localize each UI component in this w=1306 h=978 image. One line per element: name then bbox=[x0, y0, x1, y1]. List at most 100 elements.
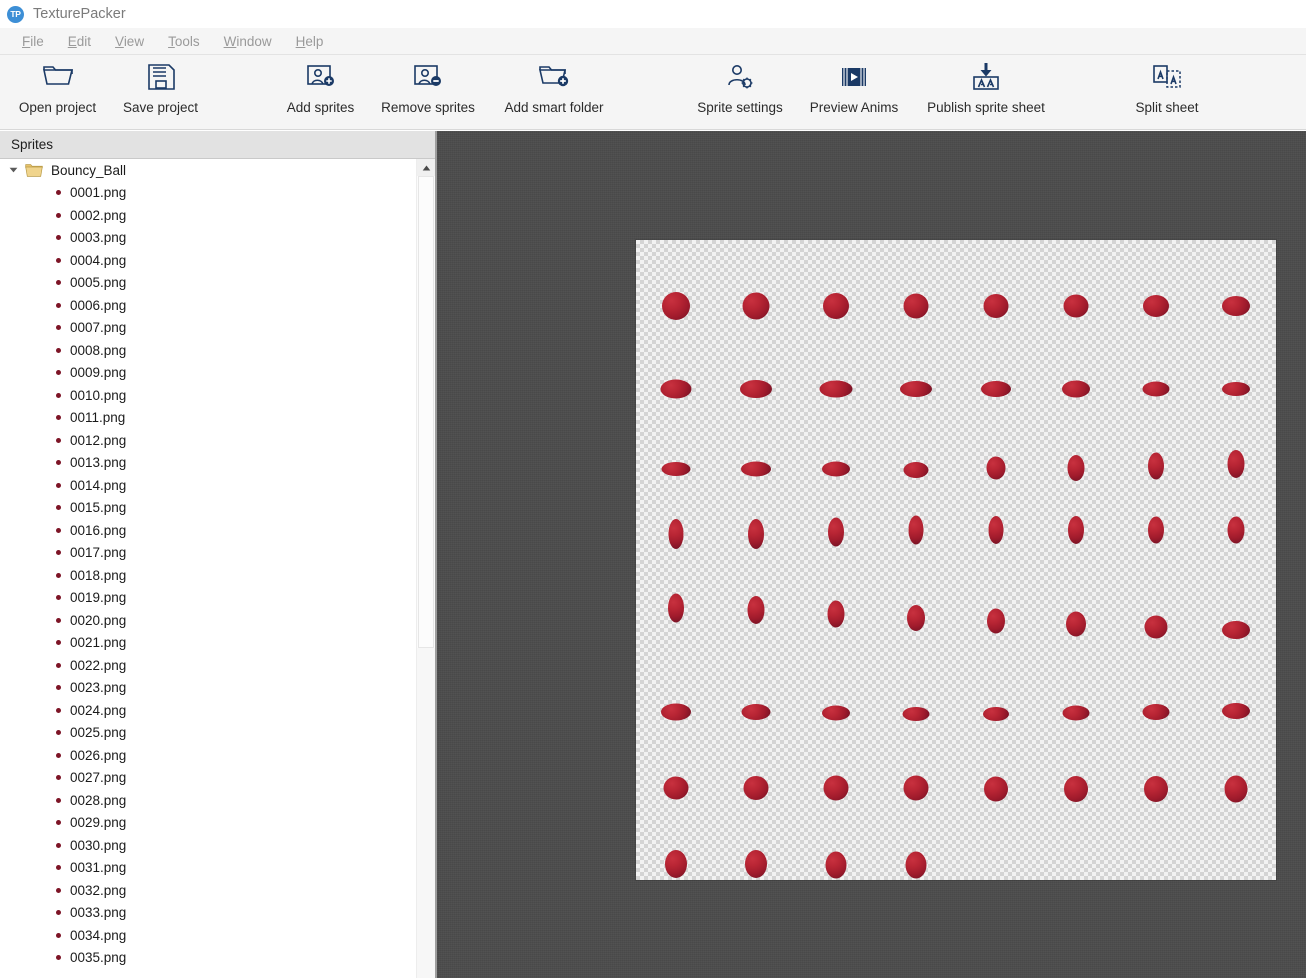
sprite-ball[interactable] bbox=[1066, 612, 1086, 637]
sprite-ball[interactable] bbox=[665, 850, 687, 878]
tree-sprite-row[interactable]: 0019.png bbox=[0, 587, 414, 610]
tree-sprite-row[interactable]: 0008.png bbox=[0, 339, 414, 362]
tree-sprite-row[interactable]: 0026.png bbox=[0, 744, 414, 767]
sprite-ball[interactable] bbox=[1143, 704, 1170, 720]
tree-sprite-row[interactable]: 0004.png bbox=[0, 249, 414, 272]
sprite-ball[interactable] bbox=[662, 462, 691, 476]
sprite-sheet-canvas[interactable] bbox=[437, 131, 1306, 978]
sprite-ball[interactable] bbox=[904, 776, 929, 801]
tree-sprite-row[interactable]: 0011.png bbox=[0, 407, 414, 430]
sprite-ball[interactable] bbox=[741, 462, 771, 477]
sprite-ball[interactable] bbox=[1148, 517, 1164, 544]
tree-sprite-row[interactable]: 0033.png bbox=[0, 902, 414, 925]
sprite-ball[interactable] bbox=[662, 292, 690, 320]
sprite-ball[interactable] bbox=[822, 706, 850, 721]
sprite-ball[interactable] bbox=[1064, 776, 1088, 802]
menu-item-help[interactable]: Help bbox=[284, 34, 336, 49]
tree-sprite-row[interactable]: 0003.png bbox=[0, 227, 414, 250]
sprite-ball[interactable] bbox=[983, 707, 1009, 721]
sprite-ball[interactable] bbox=[1064, 295, 1089, 318]
tree-sprite-row[interactable]: 0022.png bbox=[0, 654, 414, 677]
scrollbar-track[interactable] bbox=[417, 648, 435, 978]
tree-sprite-row[interactable]: 0007.png bbox=[0, 317, 414, 340]
sprite-ball[interactable] bbox=[668, 594, 684, 623]
menu-item-window[interactable]: Window bbox=[212, 34, 284, 49]
toolbar-button-publish-sprite-sheet[interactable]: Publish sprite sheet bbox=[911, 58, 1061, 126]
sprite-ball[interactable] bbox=[1063, 706, 1090, 721]
sprite-ball[interactable] bbox=[989, 516, 1004, 544]
toolbar-button-split-sheet[interactable]: Split sheet bbox=[1120, 58, 1214, 126]
sprite-ball[interactable] bbox=[822, 462, 850, 477]
tree-sprite-row[interactable]: 0025.png bbox=[0, 722, 414, 745]
sprite-ball[interactable] bbox=[1225, 776, 1248, 803]
sprite-ball[interactable] bbox=[1222, 382, 1250, 396]
sprite-ball[interactable] bbox=[744, 776, 769, 800]
tree-sprite-row[interactable]: 0029.png bbox=[0, 812, 414, 835]
sprite-ball[interactable] bbox=[1148, 453, 1164, 480]
tree-sprite-row[interactable]: 0013.png bbox=[0, 452, 414, 475]
chevron-down-icon[interactable] bbox=[6, 163, 20, 177]
sprite-ball[interactable] bbox=[664, 777, 689, 800]
sprite-ball[interactable] bbox=[1228, 517, 1245, 544]
menu-item-file[interactable]: File bbox=[10, 34, 56, 49]
sprite-ball[interactable] bbox=[1222, 296, 1250, 316]
tree-sprite-row[interactable]: 0006.png bbox=[0, 294, 414, 317]
menu-item-edit[interactable]: Edit bbox=[56, 34, 103, 49]
sprite-ball[interactable] bbox=[984, 777, 1008, 802]
sprite-ball[interactable] bbox=[987, 457, 1006, 480]
tree-sprite-row[interactable]: 0031.png bbox=[0, 857, 414, 880]
tree-sprite-row[interactable]: 0014.png bbox=[0, 474, 414, 497]
tree-sprite-row[interactable]: 0010.png bbox=[0, 384, 414, 407]
sprite-ball[interactable] bbox=[987, 609, 1005, 634]
sprite-ball[interactable] bbox=[1143, 382, 1170, 397]
sprite-ball[interactable] bbox=[1144, 776, 1168, 802]
sprite-ball[interactable] bbox=[826, 852, 847, 879]
sprite-ball[interactable] bbox=[661, 704, 691, 721]
sprite-ball[interactable] bbox=[748, 519, 764, 549]
tree-sprite-row[interactable]: 0021.png bbox=[0, 632, 414, 655]
tree-sprite-row[interactable]: 0034.png bbox=[0, 924, 414, 947]
sprite-ball[interactable] bbox=[1222, 621, 1250, 639]
toolbar-button-preview-anims[interactable]: Preview Anims bbox=[799, 58, 909, 126]
toolbar-button-add-smart-folder[interactable]: Add smart folder bbox=[491, 58, 617, 126]
toolbar-button-open-project[interactable]: Open project bbox=[10, 58, 105, 126]
sprite-tree-list[interactable]: Bouncy_Ball0001.png0002.png0003.png0004.… bbox=[0, 159, 414, 978]
tree-sprite-row[interactable]: 0027.png bbox=[0, 767, 414, 790]
tree-sprite-row[interactable]: 0002.png bbox=[0, 204, 414, 227]
sprite-ball[interactable] bbox=[903, 707, 930, 721]
tree-sprite-row[interactable]: 0018.png bbox=[0, 564, 414, 587]
tree-sprite-row[interactable]: 0017.png bbox=[0, 542, 414, 565]
menu-item-view[interactable]: View bbox=[103, 34, 156, 49]
sprite-ball[interactable] bbox=[981, 381, 1011, 397]
sprite-ball[interactable] bbox=[906, 852, 927, 879]
sprite-ball[interactable] bbox=[740, 380, 772, 398]
sprite-tree-scrollbar[interactable] bbox=[416, 159, 435, 978]
sprite-ball[interactable] bbox=[828, 518, 844, 547]
tree-sprite-row[interactable]: 0016.png bbox=[0, 519, 414, 542]
sprite-ball[interactable] bbox=[907, 605, 925, 631]
tree-sprite-row[interactable]: 0032.png bbox=[0, 879, 414, 902]
sprite-ball[interactable] bbox=[909, 516, 924, 545]
tree-sprite-row[interactable]: 0005.png bbox=[0, 272, 414, 295]
tree-sprite-row[interactable]: 0012.png bbox=[0, 429, 414, 452]
toolbar-button-sprite-settings[interactable]: Sprite settings bbox=[679, 58, 801, 126]
sprite-ball[interactable] bbox=[661, 380, 692, 399]
scroll-up-arrow-icon[interactable] bbox=[417, 159, 435, 176]
sprite-ball[interactable] bbox=[820, 381, 853, 398]
sprite-ball[interactable] bbox=[1068, 455, 1085, 481]
sprite-ball[interactable] bbox=[1222, 703, 1250, 719]
sprite-ball[interactable] bbox=[1228, 450, 1245, 478]
tree-sprite-row[interactable]: 0024.png bbox=[0, 699, 414, 722]
toolbar-button-add-sprites[interactable]: Add sprites bbox=[272, 58, 369, 126]
sprite-ball[interactable] bbox=[904, 462, 929, 478]
sprite-ball[interactable] bbox=[743, 293, 770, 320]
sprite-ball[interactable] bbox=[1068, 516, 1084, 544]
sprite-ball[interactable] bbox=[742, 704, 771, 720]
sprite-ball[interactable] bbox=[828, 601, 845, 628]
sprite-ball[interactable] bbox=[984, 294, 1009, 318]
sprite-ball[interactable] bbox=[1145, 616, 1168, 639]
tree-sprite-row[interactable]: 0030.png bbox=[0, 834, 414, 857]
tree-sprite-row[interactable]: 0001.png bbox=[0, 182, 414, 205]
sprite-ball[interactable] bbox=[745, 850, 767, 878]
sprite-ball[interactable] bbox=[823, 293, 849, 319]
